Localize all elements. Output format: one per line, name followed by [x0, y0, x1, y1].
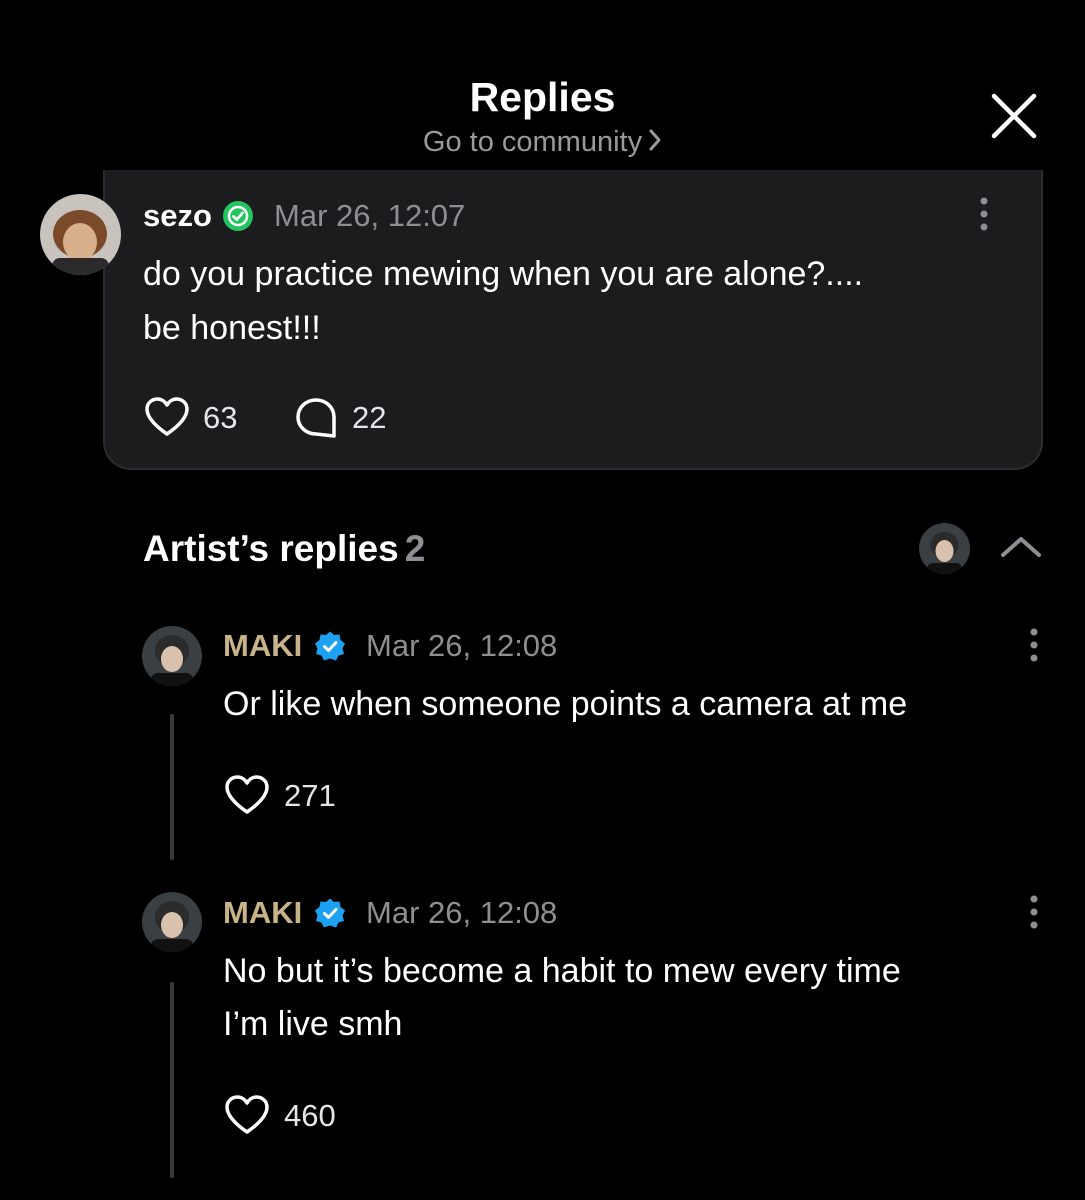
avatar[interactable]	[40, 194, 121, 275]
go-to-community-link[interactable]: Go to community	[0, 126, 1085, 160]
artist-avatar-small	[919, 523, 970, 574]
artist-replies-heading: Artist’s replies 2	[143, 528, 425, 570]
reply-like-count: 460	[284, 1098, 336, 1133]
more-options-icon[interactable]	[1026, 627, 1042, 670]
thread-line	[170, 982, 174, 1178]
verified-badge-icon	[314, 897, 346, 934]
reply-username[interactable]: MAKI	[223, 895, 302, 931]
post-username[interactable]: sezo	[143, 198, 212, 234]
community-link-label: Go to community	[422, 126, 643, 158]
artist-replies-title: Artist’s replies	[143, 528, 399, 569]
reply-date: Mar 26, 12:08	[366, 895, 558, 930]
collapse-chevron-up-icon[interactable]	[999, 533, 1043, 566]
verified-badge-icon	[222, 200, 254, 237]
reply-text-line-1: No but it’s become a habit to mew every …	[223, 952, 901, 990]
thread-line	[170, 714, 174, 860]
avatar[interactable]	[142, 626, 202, 686]
post-date: Mar 26, 12:07	[274, 198, 466, 233]
reply-date: Mar 26, 12:08	[366, 628, 558, 663]
reply-text-line-1: Or like when someone points a camera at …	[223, 685, 908, 723]
reply-text-line-2: I’m live smh	[223, 1005, 403, 1043]
reply-username[interactable]: MAKI	[223, 628, 302, 664]
comment-icon[interactable]	[294, 396, 338, 445]
reply-like-count: 271	[284, 778, 336, 813]
close-icon[interactable]	[988, 90, 1040, 142]
more-options-icon[interactable]	[976, 196, 992, 239]
heart-icon[interactable]	[224, 1094, 270, 1141]
post-text-line-1: do you practice mewing when you are alon…	[143, 255, 864, 293]
post-comment-count: 22	[352, 400, 387, 435]
heart-icon[interactable]	[224, 774, 270, 821]
page-title: Replies	[469, 74, 616, 120]
post-like-count: 63	[203, 400, 238, 435]
avatar[interactable]	[142, 892, 202, 952]
artist-replies-count: 2	[404, 528, 426, 569]
chevron-right-icon	[648, 127, 662, 160]
post-text-line-2: be honest!!!	[143, 309, 321, 347]
more-options-icon[interactable]	[1026, 894, 1042, 937]
verified-badge-icon	[314, 630, 346, 667]
heart-icon[interactable]	[144, 396, 190, 443]
header: Replies Go to community	[0, 0, 1085, 170]
